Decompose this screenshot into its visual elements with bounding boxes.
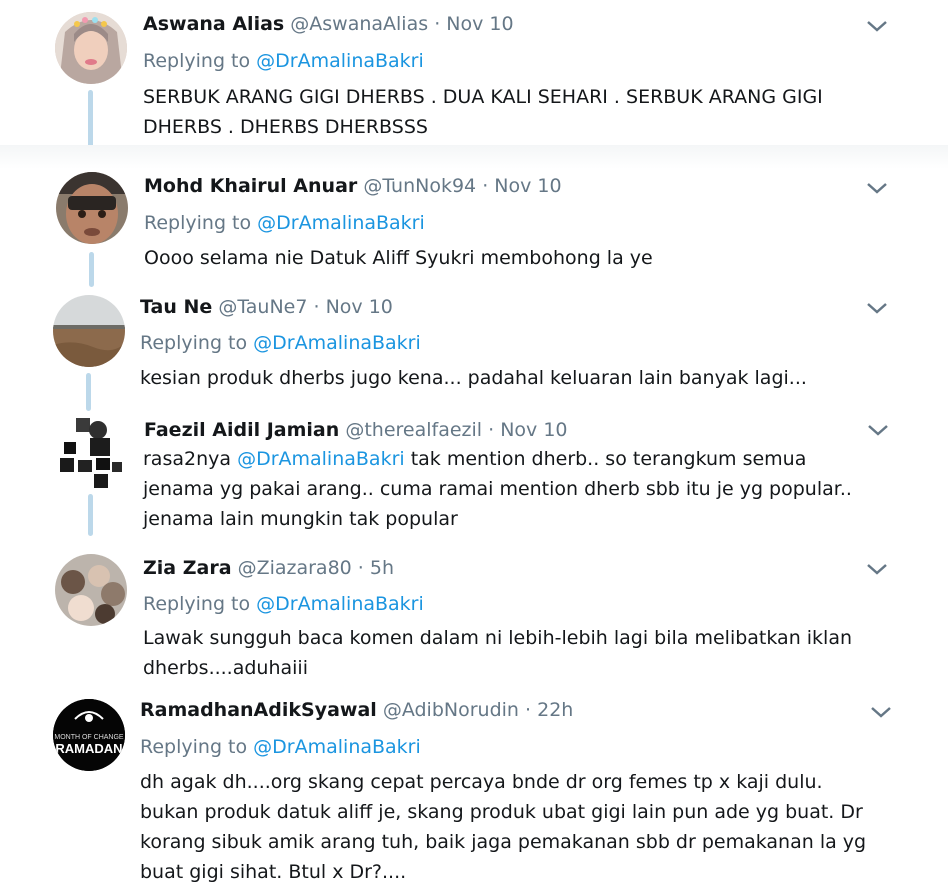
thread-line: [86, 373, 91, 411]
separator-dot: ·: [482, 175, 489, 197]
author-handle[interactable]: @AdibNorudin: [383, 699, 519, 721]
avatar[interactable]: [56, 172, 128, 244]
author-name[interactable]: Faezil Aidil Jamian: [144, 419, 339, 441]
avatar-photo-icon: [56, 172, 128, 244]
avatar-photo-icon: [55, 554, 127, 626]
tweet-text: dh agak dh....org skang cepat percaya bn…: [140, 771, 867, 883]
avatar-collage-icon: [60, 418, 122, 488]
tweet-text: SERBUK ARANG GIGI DHERBS . DUA KALI SEHA…: [143, 86, 823, 138]
chevron-down-icon[interactable]: [866, 19, 888, 33]
chevron-down-icon[interactable]: [866, 562, 888, 576]
reply-mention-link[interactable]: @DrAmalinaBakri: [253, 332, 421, 354]
author-name[interactable]: Tau Ne: [140, 296, 212, 318]
replying-to-label: Replying to: [143, 593, 251, 615]
timestamp[interactable]: 5h: [370, 557, 394, 579]
author-name[interactable]: Aswana Alias: [143, 13, 284, 35]
chevron-down-icon[interactable]: [866, 181, 888, 195]
chevron-down-icon[interactable]: [866, 301, 888, 315]
tweet-text: rasa2nya @DrAmalinaBakri tak mention dhe…: [143, 444, 883, 534]
avatar[interactable]: [55, 12, 127, 84]
avatar[interactable]: [53, 295, 125, 367]
avatar-photo-icon: [53, 295, 125, 367]
replying-to-label: Replying to: [140, 332, 248, 354]
separator-dot: ·: [525, 699, 532, 721]
avatar-photo-icon: [55, 12, 127, 84]
tweet[interactable]: MONTH OF CHANGE RAMADAN RamadhanAdikSyaw…: [0, 688, 948, 896]
replying-to-label: Replying to: [144, 212, 252, 234]
tweet[interactable]: Mohd Khairul Anuar @TunNok94 · Nov 10 Re…: [0, 162, 948, 287]
chevron-down-icon[interactable]: [867, 423, 889, 437]
chevron-down-icon[interactable]: [870, 705, 892, 719]
tweet-text-start: rasa2nya: [143, 448, 238, 470]
avatar[interactable]: MONTH OF CHANGE RAMADAN: [53, 699, 125, 771]
thread-line: [89, 252, 94, 287]
tweet[interactable]: Zia Zara @Ziazara80 · 5h Replying to @Dr…: [0, 546, 948, 688]
avatar[interactable]: [55, 554, 127, 626]
separator-dot: ·: [488, 419, 495, 441]
tweet-text: Oooo selama nie Datuk Aliff Syukri membo…: [144, 247, 653, 269]
reply-mention-link[interactable]: @DrAmalinaBakri: [257, 212, 425, 234]
thread-line: [88, 494, 93, 536]
tweet[interactable]: Tau Ne @TauNe7 · Nov 10 Replying to @DrA…: [0, 287, 948, 412]
reply-mention-link[interactable]: @DrAmalinaBakri: [256, 593, 424, 615]
separator-dot: ·: [313, 296, 320, 318]
author-handle[interactable]: @TunNok94: [363, 175, 476, 197]
separator-dot: ·: [357, 557, 364, 579]
timestamp[interactable]: Nov 10: [446, 13, 513, 35]
timestamp[interactable]: Nov 10: [326, 296, 393, 318]
replying-to-label: Replying to: [143, 50, 251, 72]
author-handle[interactable]: @TauNe7: [218, 296, 307, 318]
reply-mention-link[interactable]: @DrAmalinaBakri: [256, 50, 424, 72]
author-handle[interactable]: @AswanaAlias: [290, 13, 428, 35]
timestamp[interactable]: Nov 10: [500, 419, 567, 441]
author-handle[interactable]: @therealfaezil: [345, 419, 482, 441]
avatar-logo-icon: MONTH OF CHANGE RAMADAN: [53, 699, 125, 771]
avatar[interactable]: [54, 418, 126, 490]
tweet[interactable]: Aswana Alias @AswanaAlias · Nov 10 Reply…: [0, 0, 948, 155]
author-name[interactable]: RamadhanAdikSyawal: [140, 699, 377, 721]
author-handle[interactable]: @Ziazara80: [238, 557, 352, 579]
timestamp[interactable]: 22h: [537, 699, 573, 721]
tweet-text: kesian produk dherbs jugo kena... padaha…: [140, 367, 807, 389]
reply-mention-link[interactable]: @DrAmalinaBakri: [253, 736, 421, 758]
tweet-text: Lawak sungguh baca komen dalam ni lebih-…: [143, 627, 853, 679]
tweet[interactable]: Faezil Aidil Jamian @therealfaezil · Nov…: [0, 412, 948, 546]
separator-dot: ·: [434, 13, 441, 35]
avatar-top-text: MONTH OF CHANGE: [54, 734, 124, 741]
inline-mention-link[interactable]: @DrAmalinaBakri: [237, 448, 405, 470]
replying-to-label: Replying to: [140, 736, 248, 758]
author-name[interactable]: Zia Zara: [143, 557, 232, 579]
author-name[interactable]: Mohd Khairul Anuar: [144, 175, 357, 197]
avatar-bottom-text: RAMADAN: [55, 741, 122, 756]
timestamp[interactable]: Nov 10: [494, 175, 561, 197]
